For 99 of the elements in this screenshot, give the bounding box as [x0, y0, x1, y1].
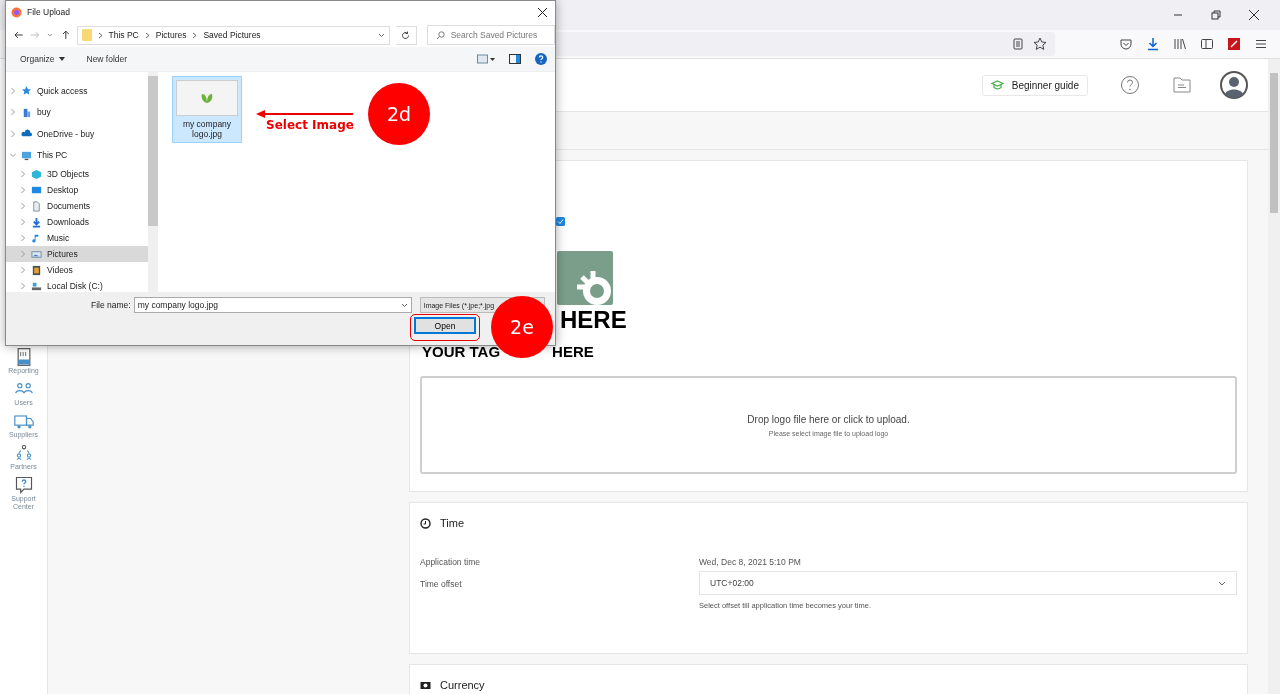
- highlight-outline: [410, 314, 480, 341]
- help-icon[interactable]: [535, 53, 547, 65]
- logo-tagline: HERE: [552, 342, 594, 362]
- nav-item[interactable]: Documents: [6, 198, 148, 214]
- open-button[interactable]: Open: [414, 317, 476, 334]
- time-offset-select[interactable]: UTC+02:00: [699, 571, 1237, 595]
- sidebar-icon[interactable]: [1200, 37, 1214, 51]
- close-icon[interactable]: [538, 7, 547, 17]
- file-item[interactable]: my company logo.jpg: [172, 76, 242, 143]
- download-icon: [31, 216, 42, 228]
- star-icon[interactable]: [1033, 37, 1047, 51]
- menu-icon[interactable]: [1254, 37, 1268, 51]
- nav-item[interactable]: Downloads: [6, 214, 148, 230]
- support-icon: [13, 475, 34, 495]
- nav-item[interactable]: Desktop: [6, 182, 148, 198]
- pocket-icon[interactable]: [1119, 37, 1133, 51]
- download-icon[interactable]: [1146, 37, 1160, 51]
- chevron-icon: [20, 171, 26, 177]
- dialog-title: File Upload: [27, 7, 70, 17]
- chevron-icon: [10, 87, 16, 94]
- desktop-icon: [31, 184, 42, 196]
- chevron-down-icon: [400, 302, 408, 308]
- chevron-icon: [20, 219, 26, 225]
- refresh-button[interactable]: [395, 25, 417, 45]
- breadcrumb-item[interactable]: Saved Pictures: [203, 30, 261, 40]
- card-title: Currency: [440, 679, 485, 691]
- new-folder-button[interactable]: New folder: [84, 52, 130, 66]
- preview-pane-icon[interactable]: [509, 54, 521, 64]
- cube-icon: [31, 168, 42, 180]
- organize-button[interactable]: Organize: [18, 52, 67, 66]
- dropzone-title: Drop logo file here or click to upload.: [747, 413, 910, 425]
- search-icon: [435, 30, 445, 40]
- nav-item[interactable]: Pictures: [6, 246, 148, 262]
- chevron-right-icon: [97, 31, 103, 39]
- logo-title: HERE: [560, 307, 628, 333]
- up-arrow-icon[interactable]: [60, 30, 71, 40]
- document-icon: [31, 200, 42, 212]
- nav-item[interactable]: 3D Objects: [6, 166, 148, 182]
- chevron-icon: [10, 130, 16, 137]
- disk-icon: [31, 280, 42, 292]
- beginner-guide-button[interactable]: Beginner guide: [981, 74, 1088, 96]
- field-label: Time offset: [420, 579, 463, 591]
- graduation-cap-icon: [990, 80, 1004, 90]
- library-icon[interactable]: [1173, 37, 1187, 51]
- extension-icon[interactable]: [1227, 37, 1241, 51]
- building-icon: [21, 106, 32, 118]
- restore-icon[interactable]: [1210, 9, 1222, 21]
- back-arrow-icon[interactable]: [14, 30, 24, 40]
- card-title: Time: [440, 517, 465, 529]
- search-field[interactable]: Search Saved Pictures: [426, 25, 555, 45]
- field-label: Application time: [420, 557, 481, 567]
- video-icon: [31, 264, 42, 276]
- breadcrumb-item[interactable]: This PC: [108, 30, 139, 40]
- nav-item[interactable]: Music: [6, 230, 148, 246]
- search-input[interactable]: Search Saved Pictures: [450, 30, 551, 40]
- help-icon[interactable]: [1120, 75, 1140, 95]
- chevron-icon: [10, 109, 16, 116]
- nav-item[interactable]: Quick access: [6, 80, 148, 102]
- chevron-icon: [20, 203, 26, 209]
- file-name-field[interactable]: my company logo.jpg: [133, 297, 412, 313]
- star-icon: [21, 85, 32, 97]
- close-icon[interactable]: [1248, 9, 1260, 21]
- chevron-icon: [20, 235, 26, 241]
- address-path[interactable]: This PC Pictures Saved Pictures: [76, 25, 390, 45]
- scrollbar[interactable]: [148, 72, 158, 292]
- field-value: Wed, Dec 8, 2021 5:10 PM: [699, 557, 802, 567]
- folder-icon: [81, 29, 92, 41]
- chevron-icon: [20, 187, 26, 193]
- avatar-icon[interactable]: [1220, 71, 1248, 99]
- chevron-icon: [20, 283, 26, 289]
- chevron-icon: [20, 251, 26, 257]
- nav-item[interactable]: This PC: [6, 144, 148, 166]
- chevron-down-icon[interactable]: [377, 32, 385, 38]
- reader-icon[interactable]: [1011, 37, 1025, 51]
- logo-tagline: YOUR TAG: [422, 342, 501, 362]
- nav-item[interactable]: buy: [6, 101, 148, 123]
- pictures-icon: [31, 248, 42, 260]
- annotation-label: Select Image: [266, 118, 354, 132]
- nav-item[interactable]: OneDrive - buy: [6, 123, 148, 145]
- chevron-down-icon: [1218, 580, 1226, 586]
- nav-item[interactable]: Videos: [6, 262, 148, 278]
- monitor-icon: [21, 149, 32, 161]
- view-options-icon[interactable]: [477, 54, 495, 64]
- nav-item[interactable]: Local Disk (C:): [6, 278, 148, 292]
- browser-logo-icon: [11, 6, 22, 18]
- clock-icon: [420, 517, 431, 529]
- caret-icon: [58, 57, 65, 61]
- chevron-right-icon: [144, 31, 150, 39]
- folder-icon[interactable]: [1172, 75, 1192, 95]
- chevron-icon: [20, 267, 26, 273]
- file-name-label: File name:: [91, 300, 131, 310]
- chevron-icon: [10, 152, 16, 159]
- chevron-right-icon: [192, 31, 198, 39]
- scrollbar[interactable]: [1268, 59, 1280, 694]
- banknote-icon: [420, 679, 431, 691]
- breadcrumb-item[interactable]: Pictures: [155, 30, 187, 40]
- refresh-icon: [401, 30, 411, 40]
- image-thumbnail: [176, 80, 238, 116]
- checkbox-icon[interactable]: [556, 217, 565, 226]
